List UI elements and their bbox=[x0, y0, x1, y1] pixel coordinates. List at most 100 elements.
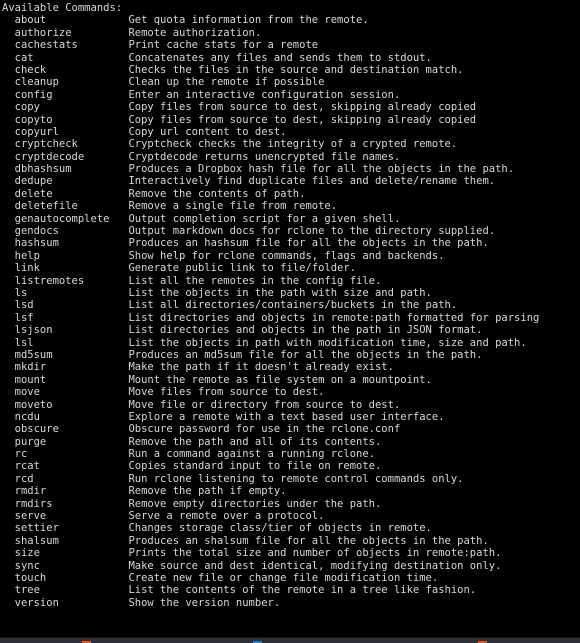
command-description: Run rclone listening to remote control c… bbox=[128, 472, 464, 485]
command-description: Mount the remote as file system on a mou… bbox=[128, 373, 432, 386]
command-row: config Enter an interactive configuratio… bbox=[2, 89, 580, 101]
command-row: serve Serve a remote over a protocol. bbox=[2, 510, 580, 522]
command-row: shalsum Produces an shalsum file for all… bbox=[2, 535, 580, 547]
command-row: listremotes List all the remotes in the … bbox=[2, 275, 580, 287]
command-description: Show the version number. bbox=[128, 596, 281, 609]
command-row: lsjson List directories and objects in t… bbox=[2, 324, 580, 336]
command-description: List all the remotes in the config file. bbox=[128, 274, 382, 287]
command-name: deletefile bbox=[2, 200, 129, 213]
command-name: purge bbox=[2, 435, 129, 448]
command-description: Output markdown docs for rclone to the d… bbox=[128, 225, 496, 238]
command-description: Obscure password for use in the rclone.c… bbox=[128, 423, 401, 436]
command-row: copyurl Copy url content to dest. bbox=[2, 126, 580, 138]
command-name: config bbox=[2, 88, 129, 101]
command-name: ncdu bbox=[2, 410, 129, 423]
command-description: Generate public link to file/folder. bbox=[128, 262, 357, 275]
command-list: about Get quota information from the rem… bbox=[2, 14, 580, 609]
command-description: Get quota information from the remote. bbox=[128, 14, 369, 27]
command-row: rmdirs Remove empty directories under th… bbox=[2, 498, 580, 510]
command-row: rcd Run rclone listening to remote contr… bbox=[2, 473, 580, 485]
command-name: rmdir bbox=[2, 485, 129, 498]
command-description: Changes storage class/tier of objects in… bbox=[128, 522, 432, 535]
command-description: Copy files from source to dest, skipping… bbox=[128, 113, 477, 126]
command-row: cleanup Clean up the remote if possible bbox=[2, 76, 580, 88]
command-name: size bbox=[2, 547, 129, 560]
command-row: delete Remove the contents of path. bbox=[2, 188, 580, 200]
command-name: cleanup bbox=[2, 76, 129, 89]
command-description: Checks the files in the source and desti… bbox=[128, 63, 464, 76]
command-name: copy bbox=[2, 101, 129, 114]
command-row: dedupe Interactively find duplicate file… bbox=[2, 175, 580, 187]
command-name: cachestats bbox=[2, 39, 129, 52]
command-name: listremotes bbox=[2, 274, 129, 287]
command-name: moveto bbox=[2, 398, 129, 411]
command-row: mount Mount the remote as file system on… bbox=[2, 374, 580, 386]
command-name: sync bbox=[2, 559, 129, 572]
command-description: List directories and objects in remote:p… bbox=[128, 311, 540, 324]
command-row: lsd List all directories/containers/buck… bbox=[2, 299, 580, 311]
command-row: copy Copy files from source to dest, ski… bbox=[2, 101, 580, 113]
command-name: rcd bbox=[2, 472, 129, 485]
command-row: rc Run a command against a running rclon… bbox=[2, 448, 580, 460]
command-description: Enter an interactive configuration sessi… bbox=[128, 88, 401, 101]
command-row: link Generate public link to file/folder… bbox=[2, 262, 580, 274]
command-description: Clean up the remote if possible bbox=[128, 76, 325, 89]
command-row: lsl List the objects in path with modifi… bbox=[2, 337, 580, 349]
command-name: lsf bbox=[2, 311, 129, 324]
command-description: Interactively find duplicate files and d… bbox=[128, 175, 496, 188]
command-row: md5sum Produces an md5sum file for all t… bbox=[2, 349, 580, 361]
terminal-window[interactable]: Available Commands: about Get quota info… bbox=[0, 0, 580, 637]
command-row: ncdu Explore a remote with a text based … bbox=[2, 411, 580, 423]
command-description: Move file or directory from source to de… bbox=[128, 398, 401, 411]
command-description: Remove the path if empty. bbox=[128, 485, 287, 498]
command-description: Produces a Dropbox hash file for all the… bbox=[128, 163, 515, 176]
command-name: link bbox=[2, 262, 129, 275]
command-row: help Show help for rclone commands, flag… bbox=[2, 250, 580, 262]
command-name: touch bbox=[2, 571, 129, 584]
command-name: gendocs bbox=[2, 225, 129, 238]
command-name: cryptdecode bbox=[2, 150, 129, 163]
command-name: lsjson bbox=[2, 324, 129, 337]
command-row: gendocs Output markdown docs for rclone … bbox=[2, 225, 580, 237]
command-name: mount bbox=[2, 373, 129, 386]
command-description: Remote authorization. bbox=[128, 26, 262, 39]
command-name: shalsum bbox=[2, 534, 129, 547]
command-description: Explore a remote with a text based user … bbox=[128, 410, 445, 423]
available-commands-heading: Available Commands: bbox=[2, 2, 123, 14]
command-description: Run a command against a running rclone. bbox=[128, 448, 375, 461]
command-name: version bbox=[2, 596, 129, 609]
command-description: Remove the path and all of its contents. bbox=[128, 435, 382, 448]
command-name: obscure bbox=[2, 423, 129, 436]
command-name: help bbox=[2, 249, 129, 262]
command-description: Copy files from source to dest, skipping… bbox=[128, 101, 477, 114]
command-row: cachestats Print cache stats for a remot… bbox=[2, 39, 580, 51]
command-description: Copies standard input to file on remote. bbox=[128, 460, 382, 473]
command-description: Produces an shalsum file for all the obj… bbox=[128, 534, 489, 547]
command-name: md5sum bbox=[2, 348, 129, 361]
command-name: lsl bbox=[2, 336, 129, 349]
command-description: Concatenates any files and sends them to… bbox=[128, 51, 432, 64]
command-row: lsf List directories and objects in remo… bbox=[2, 312, 580, 324]
command-name: check bbox=[2, 63, 129, 76]
command-row: genautocomplete Output completion script… bbox=[2, 213, 580, 225]
command-row: copyto Copy files from source to dest, s… bbox=[2, 114, 580, 126]
command-description: List the objects in the path with size a… bbox=[128, 286, 432, 299]
command-name: lsd bbox=[2, 299, 129, 312]
command-name: copyurl bbox=[2, 125, 129, 138]
command-row: moveto Move file or directory from sourc… bbox=[2, 399, 580, 411]
command-description: Create new file or change file modificat… bbox=[128, 571, 439, 584]
command-description: Produces an md5sum file for all the obje… bbox=[128, 348, 483, 361]
command-description: Output completion script for a given she… bbox=[128, 212, 401, 225]
command-row: version Show the version number. bbox=[2, 597, 580, 609]
command-row: ls List the objects in the path with siz… bbox=[2, 287, 580, 299]
command-row: obscure Obscure password for use in the … bbox=[2, 423, 580, 435]
command-description: Show help for rclone commands, flags and… bbox=[128, 249, 445, 262]
command-name: ls bbox=[2, 286, 129, 299]
command-name: hashsum bbox=[2, 237, 129, 250]
command-name: rmdirs bbox=[2, 497, 129, 510]
command-name: copyto bbox=[2, 113, 129, 126]
taskbar[interactable] bbox=[0, 637, 580, 643]
command-row: dbhashsum Produces a Dropbox hash file f… bbox=[2, 163, 580, 175]
command-row: about Get quota information from the rem… bbox=[2, 14, 580, 26]
command-row: hashsum Produces an hashsum file for all… bbox=[2, 237, 580, 249]
